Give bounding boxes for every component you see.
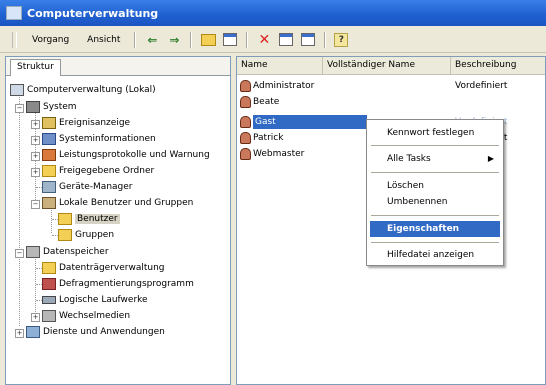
- submenu-arrow-icon: ▶: [487, 154, 494, 163]
- folder-icon: [58, 213, 72, 225]
- local-users-icon: [42, 197, 56, 209]
- menu-separator: [371, 215, 499, 216]
- user-description: [455, 95, 545, 109]
- user-full-name: [327, 95, 447, 109]
- toolbar-grip[interactable]: [12, 31, 17, 48]
- column-header: Name Vollständiger Name Beschreibung: [237, 57, 545, 75]
- expand-ereignisanzeige-toggle[interactable]: +: [31, 120, 40, 129]
- tree-item-defragmentierungsprogramm[interactable]: Defragmentierungsprogramm: [42, 277, 194, 291]
- tree-item-datentraegerverwaltung[interactable]: Datenträgerverwaltung: [42, 261, 165, 275]
- tab-bar: Struktur: [6, 57, 230, 76]
- menu-item-loeschen[interactable]: Löschen: [370, 178, 500, 194]
- folder-icon: [58, 229, 72, 241]
- expand-wechselmedien-toggle[interactable]: +: [31, 313, 40, 322]
- menu-item-kennwort-festlegen[interactable]: Kennwort festlegen: [370, 125, 500, 141]
- disk-management-icon: [42, 262, 56, 274]
- user-description: Vordefiniert: [455, 81, 508, 91]
- title-bar: Computerverwaltung: [0, 0, 546, 26]
- performance-logs-icon: [42, 149, 56, 161]
- expand-dienste-toggle[interactable]: +: [15, 329, 24, 338]
- up-folder-icon[interactable]: [200, 32, 216, 48]
- expand-systeminformationen-toggle[interactable]: +: [31, 136, 40, 145]
- menu-vorgang[interactable]: Vorgang: [23, 35, 78, 45]
- tree-item-freigegebene-ordner[interactable]: Freigegebene Ordner: [42, 164, 154, 178]
- user-icon: [240, 116, 251, 128]
- delete-icon[interactable]: ✕: [256, 32, 272, 48]
- user-name: Administrator: [253, 81, 315, 91]
- tree-line: [19, 90, 20, 326]
- menu-ansicht[interactable]: Ansicht: [78, 35, 129, 45]
- console-tree-pane: Struktur Computerverwaltung (Lokal) − Sy…: [5, 56, 231, 385]
- computer-icon: [10, 84, 24, 96]
- tree-item-wechselmedien[interactable]: Wechselmedien: [42, 309, 130, 323]
- tree-item-systeminformationen[interactable]: Systeminformationen: [42, 132, 156, 146]
- menu-separator: [371, 172, 499, 173]
- export-icon[interactable]: [300, 32, 316, 48]
- menu-item-alle-tasks[interactable]: Alle Tasks ▶: [370, 151, 500, 167]
- storage-icon: [26, 246, 40, 258]
- collapse-lokale-benutzer-toggle[interactable]: −: [31, 200, 40, 209]
- tree-item-lokale-benutzer-und-gruppen[interactable]: Lokale Benutzer und Gruppen: [42, 196, 193, 210]
- user-name: Webmaster: [253, 149, 305, 159]
- user-name: Gast: [253, 115, 367, 129]
- tree-item-computerverwaltung[interactable]: Computerverwaltung (Lokal): [10, 83, 156, 97]
- defrag-icon: [42, 278, 56, 290]
- computer-management-icon: [6, 6, 22, 20]
- menu-separator: [371, 242, 499, 243]
- menu-separator: [371, 145, 499, 146]
- tree-item-gruppen[interactable]: Gruppen: [58, 228, 114, 242]
- toolbar-separator: [246, 31, 249, 48]
- user-icon: [240, 148, 251, 160]
- user-icon: [240, 96, 251, 108]
- event-viewer-icon: [42, 117, 56, 129]
- window-title: Computerverwaltung: [27, 6, 159, 20]
- collapse-datenspeicher-toggle[interactable]: −: [15, 249, 24, 258]
- forward-arrow-icon[interactable]: ⇒: [166, 32, 182, 48]
- logical-drives-icon: [42, 296, 56, 304]
- column-header-name[interactable]: Name: [237, 57, 323, 74]
- tree-item-dienste-und-anwendungen[interactable]: Dienste und Anwendungen: [26, 325, 165, 339]
- help-icon[interactable]: ?: [334, 32, 349, 47]
- user-icon: [240, 132, 251, 144]
- tree-item-datenspeicher[interactable]: Datenspeicher: [26, 245, 109, 259]
- toolbar-separator: [324, 31, 327, 48]
- tree-item-benutzer[interactable]: Benutzer: [58, 212, 120, 226]
- tree-item-geraete-manager[interactable]: Geräte-Manager: [42, 180, 133, 194]
- user-full-name: [327, 79, 447, 93]
- menu-item-umbenennen[interactable]: Umbenennen: [370, 194, 500, 210]
- removable-storage-icon: [42, 310, 56, 322]
- shared-folders-icon: [42, 165, 56, 177]
- collapse-system-toggle[interactable]: −: [15, 104, 24, 113]
- user-row-administrator[interactable]: Administrator Vordefiniert: [237, 79, 545, 93]
- tree-item-system[interactable]: System: [26, 100, 77, 114]
- toolbar: Vorgang Ansicht ⇐ ⇒ ✕ ?: [0, 27, 546, 53]
- tree-item-logische-laufwerke[interactable]: Logische Laufwerke: [42, 293, 148, 307]
- user-icon: [240, 80, 251, 92]
- toolbar-separator: [190, 31, 193, 48]
- menu-item-hilfedatei-anzeigen[interactable]: Hilfedatei anzeigen: [370, 247, 500, 263]
- column-header-full-name[interactable]: Vollständiger Name: [323, 57, 451, 74]
- console-tree-icon[interactable]: [222, 32, 238, 48]
- services-icon: [26, 326, 40, 338]
- tree-item-ereignisanzeige[interactable]: Ereignisanzeige: [42, 116, 130, 130]
- tab-struktur[interactable]: Struktur: [10, 59, 61, 76]
- user-name: Patrick: [253, 133, 284, 143]
- tree-line: [35, 253, 36, 318]
- back-arrow-icon[interactable]: ⇐: [144, 32, 160, 48]
- menu-item-eigenschaften[interactable]: Eigenschaften: [370, 221, 500, 237]
- user-row-beate[interactable]: Beate: [237, 95, 545, 109]
- device-manager-icon: [42, 181, 56, 193]
- tree-item-leistungsprotokolle[interactable]: Leistungsprotokolle und Warnung: [42, 148, 210, 162]
- system-tools-icon: [26, 101, 40, 113]
- expand-freigegebene-ordner-toggle[interactable]: +: [31, 168, 40, 177]
- context-menu: Kennwort festlegen Alle Tasks ▶ Löschen …: [366, 119, 504, 266]
- toolbar-separator: [134, 31, 137, 48]
- user-name: Beate: [253, 97, 280, 107]
- column-header-description[interactable]: Beschreibung: [451, 57, 545, 74]
- system-info-icon: [42, 133, 56, 145]
- properties-icon[interactable]: [278, 32, 294, 48]
- expand-leistung-toggle[interactable]: +: [31, 152, 40, 161]
